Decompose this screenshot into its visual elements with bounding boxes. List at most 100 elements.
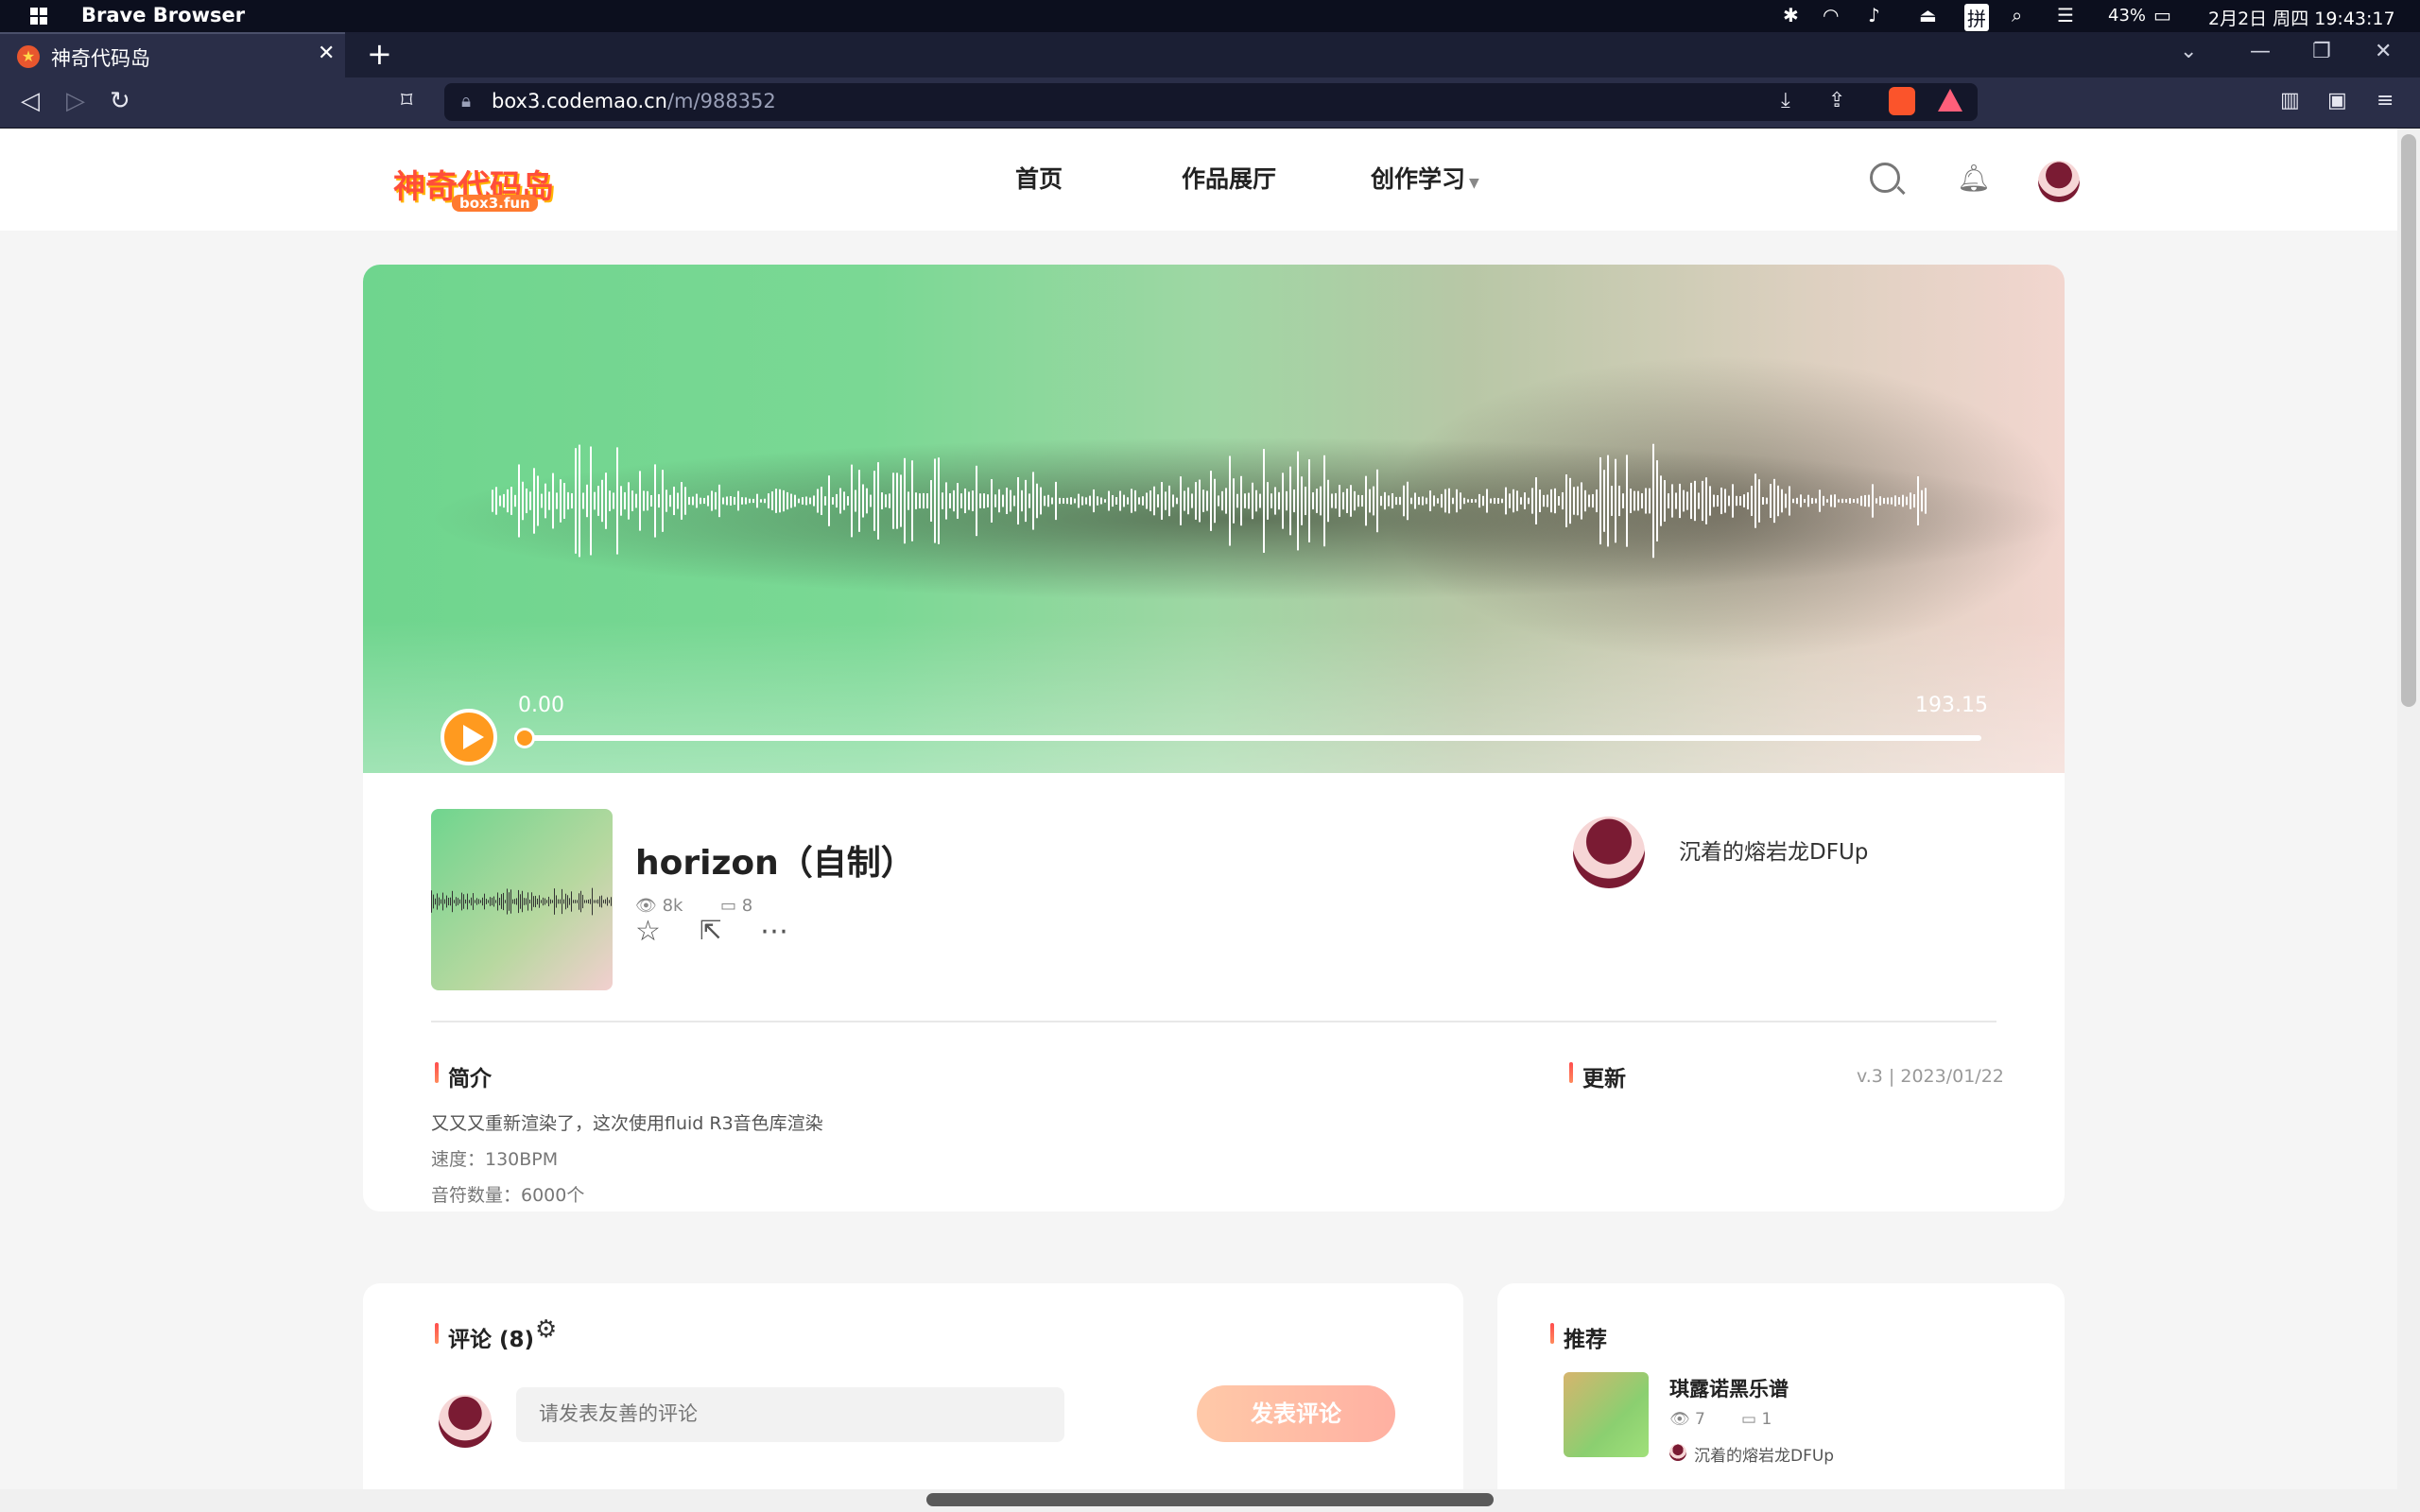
- comment-input[interactable]: [516, 1387, 1064, 1442]
- wifi-icon[interactable]: ◠: [1823, 4, 1839, 26]
- search-icon[interactable]: ⌕: [2012, 4, 2022, 26]
- waveform-bar: [1781, 489, 1783, 513]
- wallet-icon[interactable]: ▣: [2327, 89, 2347, 112]
- ime-indicator[interactable]: 拼: [1964, 4, 1989, 31]
- waveform-bar: [1615, 458, 1616, 543]
- recommend-panel: 推荐 琪露诺黑乐谱 👁︎ 7 ▭ 1 沉着的熔岩龙DFUp: [1497, 1283, 2065, 1489]
- gear-icon[interactable]: ⚙: [535, 1315, 557, 1344]
- bluetooth-icon[interactable]: ✱: [1783, 4, 1799, 26]
- control-center-icon[interactable]: ☰: [2057, 4, 2074, 26]
- waveform-bar: [1656, 460, 1658, 541]
- brave-shields-icon[interactable]: [1889, 87, 1915, 115]
- waveform-bar: [529, 491, 531, 510]
- waveform-bar: [1713, 494, 1715, 507]
- sidebar-icon[interactable]: ▥: [2280, 89, 2300, 112]
- waveform-bar: [718, 484, 720, 518]
- waveform-bar: [745, 497, 747, 505]
- eject-icon[interactable]: ⏏: [1919, 4, 1937, 26]
- submit-comment-button[interactable]: 发表评论: [1197, 1385, 1395, 1442]
- lock-icon[interactable]: 🔒︎: [461, 91, 471, 112]
- progress-track[interactable]: [522, 735, 1981, 741]
- waveform-bar: [492, 490, 493, 512]
- site-logo[interactable]: 神奇代码岛 box3.fun: [393, 161, 554, 212]
- horizontal-scroll-thumb[interactable]: [926, 1493, 1494, 1506]
- cover-waveform-bar: [450, 897, 451, 906]
- brave-rewards-icon[interactable]: [1938, 89, 1962, 112]
- cover-waveform-bar: [476, 898, 477, 905]
- nav-gallery[interactable]: 作品展厅: [1182, 161, 1276, 195]
- work-info-card: horizon（自制） 👁︎ 8k ▭ 8 ☆ ⇱ ⋯ 沉着的熔岩龙DFUp 简…: [363, 773, 2065, 1211]
- minimize-icon[interactable]: —: [2250, 40, 2271, 63]
- cover-waveform-bar: [478, 899, 479, 904]
- waveform-bar: [1115, 497, 1117, 505]
- close-tab-icon[interactable]: ✕: [318, 42, 335, 65]
- vertical-scroll-thumb[interactable]: [2401, 134, 2416, 707]
- recommend-thumbnail[interactable]: [1564, 1372, 1649, 1457]
- new-tab-icon[interactable]: +: [367, 36, 392, 72]
- close-window-icon[interactable]: ✕: [2375, 40, 2392, 63]
- recommend-title[interactable]: 琪露诺黑乐谱: [1669, 1374, 1789, 1402]
- install-app-icon[interactable]: ⤓: [1781, 89, 1790, 112]
- cover-waveform-bar: [592, 887, 593, 916]
- bookmark-icon[interactable]: ⌑: [401, 87, 412, 113]
- waveform-bar: [805, 496, 807, 506]
- cover-waveform-bar: [526, 898, 527, 905]
- share-out-icon[interactable]: ⇱: [700, 915, 721, 946]
- cover-waveform-bar: [467, 893, 468, 910]
- menu-icon[interactable]: ≡: [2377, 89, 2394, 112]
- waveform-bar: [794, 494, 796, 507]
- author-avatar[interactable]: [1573, 816, 1645, 888]
- waveform-bar: [1191, 493, 1193, 508]
- windows-start-icon[interactable]: [30, 8, 47, 25]
- notification-bell-icon[interactable]: 🔔︎: [1957, 163, 1991, 194]
- nav-home[interactable]: 首页: [1015, 161, 1063, 195]
- waveform-bar: [749, 498, 751, 504]
- work-title: horizon（自制）: [635, 844, 915, 883]
- play-button[interactable]: [441, 709, 497, 765]
- reload-icon[interactable]: ↻: [110, 87, 130, 115]
- url-text[interactable]: box3.codemao.cn/m/988352: [492, 90, 776, 112]
- waveform-bar: [1376, 469, 1378, 533]
- clock[interactable]: 2月2日 周四 19:43:17: [2208, 5, 2395, 30]
- commenter-avatar: [439, 1395, 492, 1448]
- waveform-bar: [1800, 494, 1802, 507]
- cover-waveform-bar: [469, 900, 470, 903]
- author-name[interactable]: 沉着的熔岩龙DFUp: [1679, 833, 1868, 866]
- volume-icon[interactable]: ♪: [1868, 4, 1880, 26]
- waveform-bar: [1081, 496, 1083, 506]
- waveform-bar: [1339, 485, 1340, 517]
- cover-waveform-bar: [569, 898, 570, 905]
- waveform-bar: [1354, 490, 1356, 511]
- progress-thumb[interactable]: [514, 728, 535, 748]
- waveform-bar: [1032, 472, 1034, 530]
- waveform-bar: [1747, 491, 1749, 510]
- site-search-icon[interactable]: [1870, 163, 1900, 193]
- web-page: 神奇代码岛 box3.fun 首页 作品展厅 创作学习 ▼ 🔔︎ 0.00 193.…: [0, 129, 2397, 1489]
- forward-icon[interactable]: ▷: [66, 87, 85, 115]
- waveform-bar: [681, 482, 683, 520]
- waveform-bar: [1792, 498, 1794, 504]
- recommend-author[interactable]: 沉着的熔岩龙DFUp: [1694, 1442, 1834, 1466]
- more-options-icon[interactable]: ⋯: [760, 915, 788, 948]
- battery-icon[interactable]: ▭: [2153, 4, 2171, 26]
- favorite-star-icon[interactable]: ☆: [635, 915, 661, 948]
- waveform-bar: [1350, 485, 1352, 517]
- share-icon[interactable]: ⇪: [1828, 89, 1845, 112]
- restore-icon[interactable]: ❐: [2312, 40, 2331, 63]
- waveform-bar: [768, 493, 769, 508]
- cover-waveform-bar: [520, 894, 521, 909]
- waveform-bar: [976, 465, 977, 537]
- waveform-bar: [1497, 497, 1499, 505]
- browser-tab[interactable]: ★ 神奇代码岛 ✕: [0, 32, 345, 77]
- waveform-bar: [1282, 472, 1284, 529]
- cover-waveform-bar: [611, 897, 612, 906]
- back-icon[interactable]: ◁: [21, 87, 40, 115]
- tab-search-icon[interactable]: ⌄: [2180, 40, 2197, 63]
- waveform-bar: [904, 457, 906, 544]
- nav-learn[interactable]: 创作学习 ▼: [1371, 161, 1479, 195]
- cover-waveform-bar: [524, 898, 525, 905]
- comment-count-value: 8: [741, 896, 753, 916]
- waveform-bar: [707, 495, 709, 507]
- user-avatar[interactable]: [2038, 161, 2080, 202]
- cover-waveform-bar: [571, 891, 572, 912]
